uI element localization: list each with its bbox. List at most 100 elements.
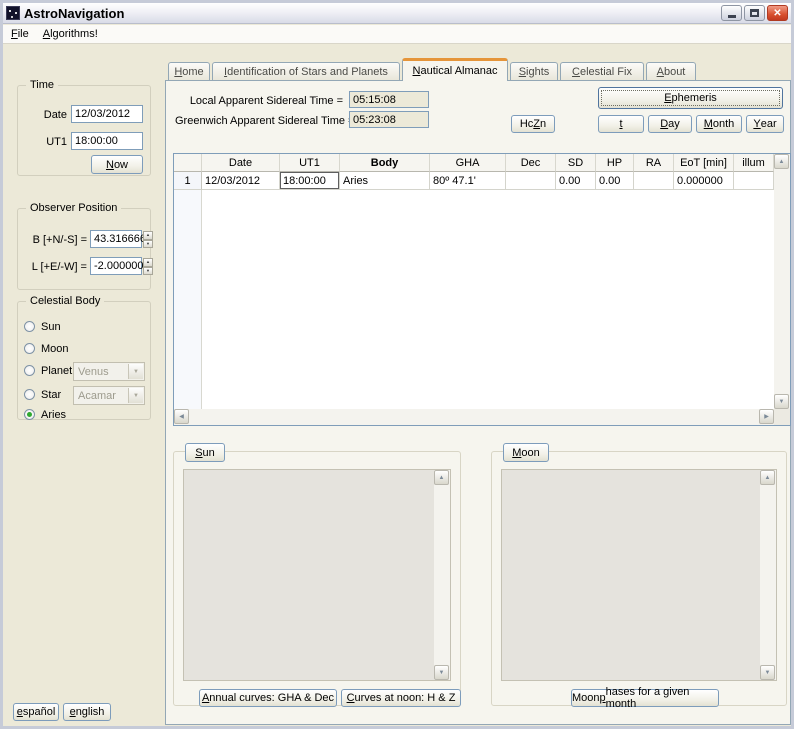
corner-header-cell [174,154,202,172]
cell-sd[interactable]: 0.00 [556,172,596,190]
sun-button[interactable]: Sun [185,443,225,462]
scroll-right-button[interactable]: ▶ [759,409,774,424]
table-row: 1 12/03/2012 18:00:00 Aries 80º 47.1' 0.… [174,172,790,190]
radio-aries[interactable] [24,409,35,420]
last-label: Local Apparent Sidereal Time = [183,95,343,107]
scroll-up-button[interactable]: ▲ [760,470,775,485]
scroll-down-button[interactable]: ▼ [774,394,789,409]
radio-moon[interactable] [24,343,35,354]
english-button[interactable]: english [63,703,111,721]
cell-ut1[interactable]: 18:00:00 [280,172,340,190]
star-select[interactable]: Acamar ▼ [73,386,145,405]
tab-sights[interactable]: Sights [510,62,558,81]
latitude-spinner[interactable]: ▲ ▼ [143,231,153,248]
tab-about[interactable]: About [646,62,696,81]
sun-panel-scrollbar[interactable]: ▲ ▼ [434,470,450,680]
scroll-up-icon: ▲ [439,475,445,481]
observer-position-groupbox: Observer Position [17,208,151,290]
date-input[interactable]: 12/03/2012 [71,105,143,123]
annual-curves-button[interactable]: Annual curves: GHA & Dec [199,689,337,707]
spin-down-icon[interactable]: ▼ [143,240,153,249]
ephemeris-table: Date UT1 Body GHA Dec SD HP RA EoT [min]… [173,153,791,426]
tab-celestial-fix[interactable]: Celestial Fix [560,62,644,81]
cell-eot[interactable]: 0.000000 [674,172,734,190]
col-date[interactable]: Date [202,154,280,172]
menu-algorithms[interactable]: Algorithms! [43,28,98,40]
year-button[interactable]: Year [746,115,784,133]
minimize-button[interactable] [721,5,742,21]
scroll-up-button[interactable]: ▲ [774,154,789,169]
cell-gha[interactable]: 80º 47.1' [430,172,506,190]
latitude-label: B [+N/-S] = [21,234,87,246]
moon-phases-button[interactable]: Moon phases for a given month [571,689,719,707]
close-icon: ✕ [773,8,781,19]
longitude-label: L [+E/-W] = [21,261,87,273]
close-button[interactable]: ✕ [767,5,788,21]
cell-hp[interactable]: 0.00 [596,172,634,190]
col-hp[interactable]: HP [596,154,634,172]
month-button[interactable]: Month [696,115,742,133]
gast-field: 05:23:08 [349,111,429,128]
cell-body[interactable]: Aries [340,172,430,190]
noon-curves-button[interactable]: Curves at noon: H & Z [341,689,461,707]
radio-planet[interactable] [24,365,35,376]
col-gha[interactable]: GHA [430,154,506,172]
tab-identification[interactable]: Identification of Stars and Planets [212,62,400,81]
latitude-input[interactable]: 43.316666 [90,230,142,248]
dropdown-arrow-icon[interactable]: ▼ [128,364,143,379]
maximize-button[interactable] [744,5,765,21]
table-vscrollbar[interactable]: ▲ ▼ [774,154,790,409]
tab-home[interactable]: Home [168,62,210,81]
spin-down-icon[interactable]: ▼ [143,267,153,276]
hc-zn-button[interactable]: Hc Zn [511,115,555,133]
longitude-input[interactable]: -2.000000 [90,257,142,275]
menu-bar: File Algorithms! [3,25,791,44]
scroll-down-icon: ▼ [765,670,771,676]
planet-select-value: Venus [78,366,109,378]
moon-chart-panel: ▲ ▼ [501,469,777,681]
tab-nautical-almanac[interactable]: Nautical Almanac [402,58,508,81]
longitude-spinner[interactable]: ▲ ▼ [143,258,153,275]
moon-button[interactable]: Moon [503,443,549,462]
spin-up-icon[interactable]: ▲ [143,258,153,267]
ut1-input[interactable]: 18:00:00 [71,132,143,150]
table-hscrollbar[interactable]: ◀ ▶ [174,409,774,425]
radio-planet-label: Planet [41,365,72,377]
col-ra[interactable]: RA [634,154,674,172]
ut1-label: UT1 [25,136,67,148]
moon-panel-scrollbar[interactable]: ▲ ▼ [760,470,776,680]
dropdown-arrow-icon[interactable]: ▼ [128,388,143,403]
now-button[interactable]: Now [91,155,143,174]
col-ut1[interactable]: UT1 [280,154,340,172]
menu-file[interactable]: File [11,28,29,40]
observer-position-title: Observer Position [26,202,121,214]
scroll-down-button[interactable]: ▼ [760,665,775,680]
row-number[interactable]: 1 [174,172,202,190]
day-button[interactable]: Day [648,115,692,133]
t-button[interactable]: t [598,115,644,133]
scroll-up-button[interactable]: ▲ [434,470,449,485]
star-select-value: Acamar [78,390,116,402]
date-label: Date [25,109,67,121]
radio-star-label: Star [41,389,61,401]
cell-ra[interactable] [634,172,674,190]
spanish-button[interactable]: español [13,703,59,721]
radio-star[interactable] [24,389,35,400]
cell-illum[interactable] [734,172,774,190]
col-dec[interactable]: Dec [506,154,556,172]
col-eot[interactable]: EoT [min] [674,154,734,172]
scroll-down-button[interactable]: ▼ [434,665,449,680]
planet-select[interactable]: Venus ▼ [73,362,145,381]
col-body[interactable]: Body [340,154,430,172]
cell-dec[interactable] [506,172,556,190]
spin-up-icon[interactable]: ▲ [143,231,153,240]
ephemeris-button[interactable]: Ephemeris [598,87,783,109]
col-sd[interactable]: SD [556,154,596,172]
table-header-row: Date UT1 Body GHA Dec SD HP RA EoT [min]… [174,154,790,172]
scroll-left-button[interactable]: ◀ [174,409,189,424]
cell-date[interactable]: 12/03/2012 [202,172,280,190]
minimize-icon [728,15,736,18]
celestial-body-title: Celestial Body [26,295,104,307]
radio-sun[interactable] [24,321,35,332]
col-illum[interactable]: illum [734,154,774,172]
